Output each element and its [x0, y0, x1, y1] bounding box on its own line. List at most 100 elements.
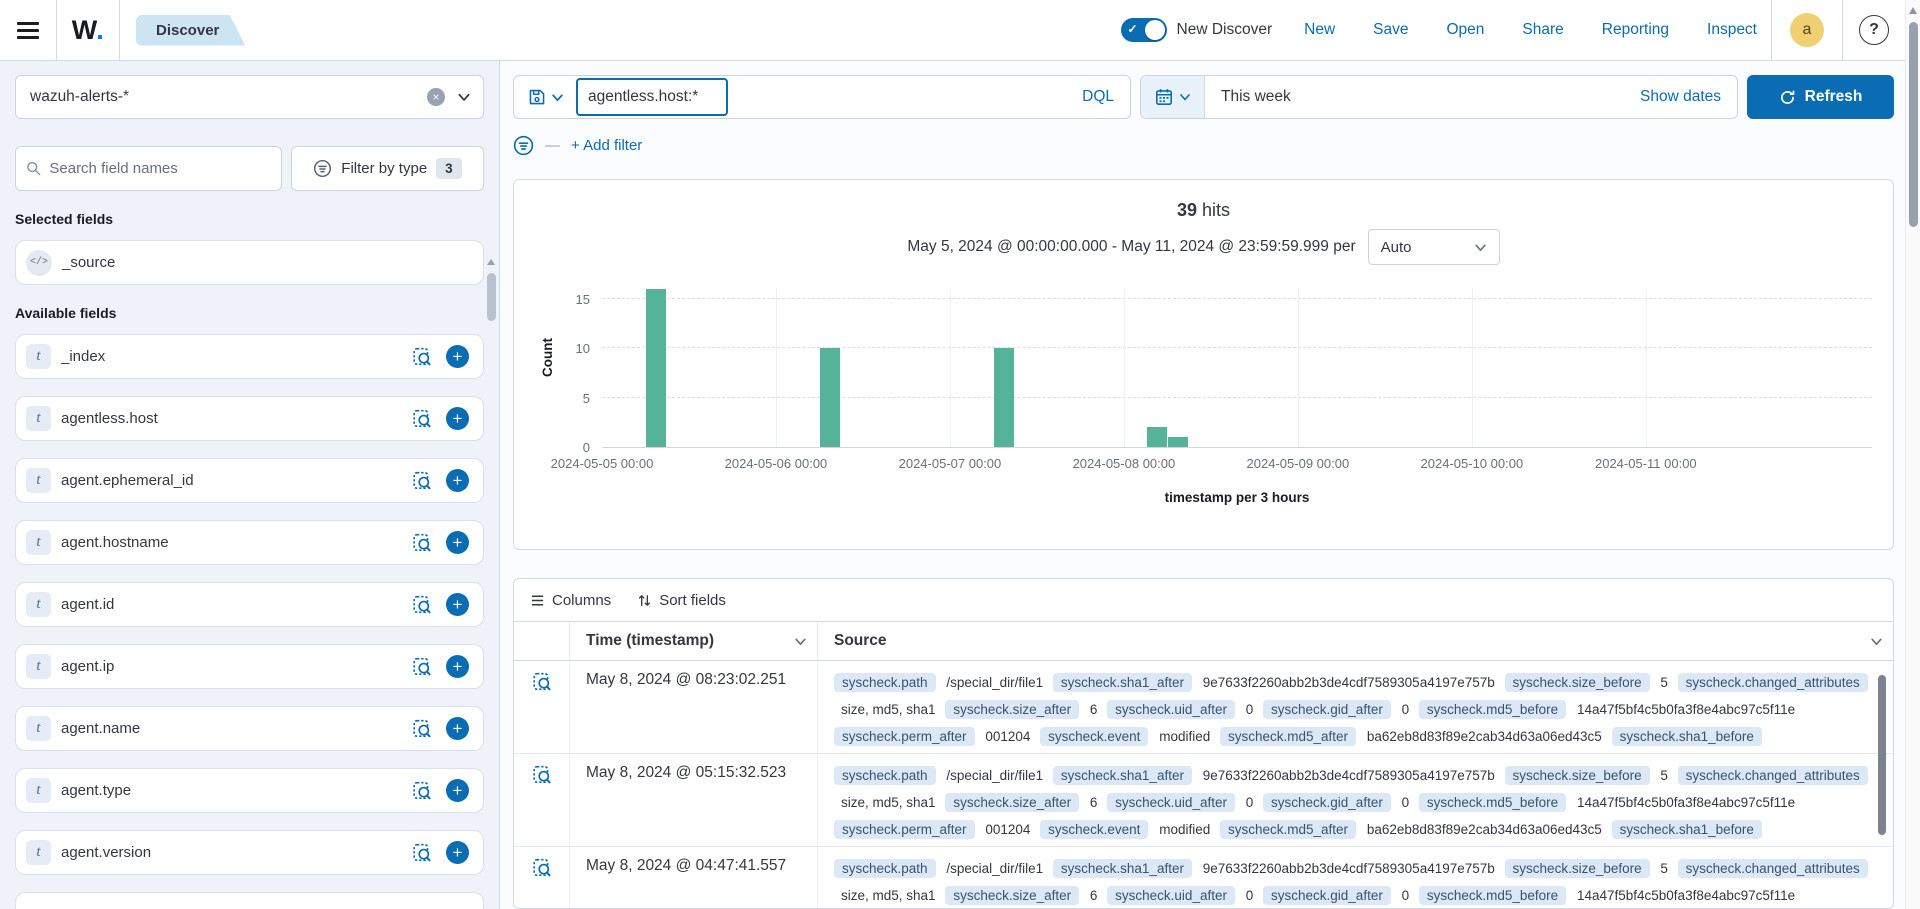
source-field-value: 9e7633f2260abb2b3de4cdf7589305a4197e757b: [1196, 861, 1501, 876]
index-pattern-select[interactable]: wazuh-alerts-* ×: [15, 75, 484, 119]
source-field-badge: syscheck.uid_after: [1107, 886, 1235, 905]
source-field-badge: syscheck.sha1_after: [1053, 673, 1192, 692]
inspect-field-icon[interactable]: [412, 533, 432, 553]
add-field-icon[interactable]: +: [446, 779, 469, 802]
field-item-agent.name[interactable]: tagent.name+: [15, 706, 484, 751]
inspect-field-icon[interactable]: [412, 409, 432, 429]
show-dates-link[interactable]: Show dates: [1640, 88, 1737, 106]
add-field-icon[interactable]: +: [446, 469, 469, 492]
expand-document-icon[interactable]: [532, 672, 552, 753]
add-field-icon[interactable]: +: [446, 593, 469, 616]
source-field-value: 001204: [978, 729, 1036, 744]
field-item-agent.ephemeral_id[interactable]: tagent.ephemeral_id+: [15, 458, 484, 503]
y-tick-label: 10: [550, 341, 590, 356]
source-field-badge: syscheck.changed_attributes: [1678, 766, 1868, 785]
inspect-field-icon[interactable]: [412, 471, 432, 491]
field-search-input[interactable]: [49, 160, 271, 177]
field-item-agent.version[interactable]: tagent.version+: [15, 830, 484, 875]
add-field-icon[interactable]: +: [446, 655, 469, 678]
expand-document-icon[interactable]: [532, 765, 552, 846]
add-field-icon[interactable]: +: [446, 841, 469, 864]
wazuh-logo[interactable]: W.: [57, 15, 119, 46]
window-scrollbar[interactable]: [1905, 0, 1920, 909]
clear-index-icon[interactable]: ×: [427, 88, 445, 106]
query-language-button[interactable]: DQL: [1066, 88, 1130, 106]
query-input[interactable]: [576, 78, 728, 116]
filter-by-type-button[interactable]: Filter by type 3: [291, 146, 484, 191]
field-actions: +: [412, 407, 469, 430]
field-item-agentless.host[interactable]: tagentless.host+: [15, 396, 484, 441]
inspect-field-icon[interactable]: [412, 347, 432, 367]
sort-chevron-icon[interactable]: [794, 635, 807, 648]
time-range-value[interactable]: This week: [1205, 88, 1291, 106]
topbar-link-share[interactable]: Share: [1522, 21, 1563, 39]
histogram-bar[interactable]: [994, 348, 1014, 447]
menu-icon[interactable]: [0, 18, 56, 43]
interval-select[interactable]: Auto: [1368, 229, 1500, 265]
source-field-badge: syscheck.gid_after: [1263, 886, 1391, 905]
tab-discover[interactable]: Discover: [136, 15, 245, 46]
help-icon[interactable]: ?: [1859, 15, 1889, 45]
new-discover-toggle[interactable]: ✓: [1121, 18, 1167, 42]
topbar-link-save[interactable]: Save: [1373, 21, 1408, 39]
inspect-field-icon[interactable]: [412, 781, 432, 801]
topbar-link-open[interactable]: Open: [1447, 21, 1485, 39]
avatar[interactable]: a: [1790, 13, 1824, 47]
add-field-icon[interactable]: +: [446, 531, 469, 554]
add-field-icon[interactable]: +: [446, 345, 469, 368]
add-field-icon[interactable]: +: [446, 717, 469, 740]
filter-menu-icon[interactable]: [513, 135, 534, 156]
topbar-link-new[interactable]: New: [1304, 21, 1335, 39]
refresh-button[interactable]: Refresh: [1747, 75, 1894, 119]
add-field-icon[interactable]: +: [446, 407, 469, 430]
source-column-header[interactable]: Source: [818, 622, 1893, 660]
field-name: agent.type: [61, 782, 412, 799]
text-type-icon: t: [26, 778, 51, 803]
inspect-field-icon[interactable]: [412, 657, 432, 677]
field-item-partial[interactable]: [15, 892, 484, 909]
source-field-value: ba62eb8d83f89e2cab34d63a06ed43c5: [1360, 729, 1608, 744]
saved-query-button[interactable]: [514, 88, 576, 106]
sort-icon: [637, 593, 652, 608]
inspect-field-icon[interactable]: [412, 843, 432, 863]
field-item-agent.ip[interactable]: tagent.ip+: [15, 644, 484, 689]
time-column-header[interactable]: Time (timestamp): [570, 622, 818, 660]
text-type-icon: t: [26, 468, 51, 493]
scrollbar-up-arrow[interactable]: [487, 259, 495, 265]
histogram-bar[interactable]: [1168, 437, 1188, 447]
source-field-badge: syscheck.uid_after: [1107, 700, 1235, 719]
scroll-up-arrow[interactable]: [1909, 7, 1917, 14]
histogram-bar[interactable]: [646, 289, 666, 447]
sort-fields-label: Sort fields: [659, 592, 726, 609]
inspect-field-icon[interactable]: [412, 719, 432, 739]
table-header-row: Time (timestamp) Source: [514, 621, 1893, 661]
field-item-agent.id[interactable]: tagent.id+: [15, 582, 484, 627]
field-item-_index[interactable]: t_index+: [15, 334, 484, 379]
field-item-agent.hostname[interactable]: tagent.hostname+: [15, 520, 484, 565]
calendar-button[interactable]: [1141, 76, 1205, 118]
sort-fields-button[interactable]: Sort fields: [637, 592, 726, 609]
source-field-badge: syscheck.sha1_after: [1053, 766, 1192, 785]
table-scrollbar[interactable]: [1878, 675, 1886, 835]
field-item-agent.type[interactable]: t agent.type +: [15, 768, 484, 813]
top-navigation-bar: W. Discover ✓ New Discover NewSaveOpenSh…: [0, 0, 1920, 61]
columns-button[interactable]: Columns: [530, 592, 611, 609]
inspect-field-icon[interactable]: [412, 595, 432, 615]
add-filter-link[interactable]: + Add filter: [571, 137, 642, 154]
expand-document-icon[interactable]: [532, 858, 552, 909]
scroll-thumb[interactable]: [1909, 22, 1918, 227]
histogram-bar[interactable]: [820, 348, 840, 447]
filter-by-type-label: Filter by type: [341, 160, 427, 177]
plot-area[interactable]: [602, 288, 1872, 448]
histogram-bar[interactable]: [1147, 427, 1167, 447]
field-item-source[interactable]: </> _source: [15, 240, 484, 285]
topbar-link-reporting[interactable]: Reporting: [1602, 21, 1669, 39]
expand-cell: [514, 754, 570, 846]
topbar-links: New Save Open Share Reporting Inspect: [1304, 21, 1757, 39]
x-axis-title: timestamp per 3 hours: [602, 490, 1872, 505]
x-tick-label: 2024-05-09 00:00: [1228, 456, 1368, 471]
sidebar-scrollbar[interactable]: [487, 273, 496, 321]
topbar-link-inspect[interactable]: Inspect: [1707, 21, 1757, 39]
source-header-chevron-icon[interactable]: [1870, 635, 1883, 648]
gridline: [1646, 288, 1647, 447]
